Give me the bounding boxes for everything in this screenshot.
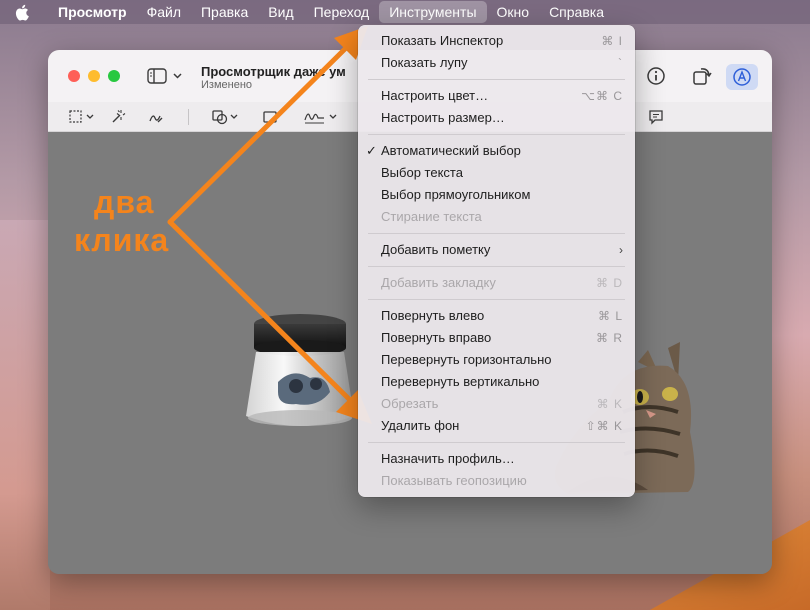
preview-app-image — [246, 314, 354, 426]
menu-item-shortcut: ⌘ R — [596, 331, 623, 345]
menu-item-label: Показать Инспектор — [381, 33, 504, 48]
menu-item-shortcut: ⌘ L — [597, 309, 623, 323]
menu-view[interactable]: Вид — [258, 1, 303, 23]
menu-separator — [368, 79, 625, 80]
menu-item-text-selection[interactable]: Выбор текста — [358, 162, 635, 184]
rect-selection-icon — [69, 110, 94, 123]
document-title: Просмотрщик даже ум — [201, 64, 346, 79]
menu-item-label: Настроить размер… — [381, 110, 505, 125]
minimize-button[interactable] — [88, 70, 100, 82]
menu-tools[interactable]: Инструменты — [379, 1, 487, 23]
toolbar-divider — [188, 109, 189, 125]
menu-item-flip-horizontal[interactable]: Перевернуть горизонтально — [358, 349, 635, 371]
menu-item-shortcut: ⌘ D — [596, 276, 623, 290]
menu-item-label: Показывать геопозицию — [381, 473, 527, 488]
menu-item-shortcut: ⌘ I — [601, 34, 623, 48]
menu-item-shortcut: ⇧⌘ K — [585, 419, 623, 433]
annotation-line-1: два — [94, 184, 155, 220]
menu-item-label: Назначить профиль… — [381, 451, 515, 466]
menu-item-show-inspector[interactable]: Показать Инспектор ⌘ I — [358, 30, 635, 52]
menu-bar: Просмотр Файл Правка Вид Переход Инструм… — [0, 0, 810, 24]
menu-item-rect-selection[interactable]: Выбор прямоугольником — [358, 184, 635, 206]
close-button[interactable] — [68, 70, 80, 82]
desktop-wallpaper — [0, 220, 50, 610]
menu-separator — [368, 299, 625, 300]
menu-item-rotate-left[interactable]: Повернуть влево ⌘ L — [358, 305, 635, 327]
menu-item-flip-vertical[interactable]: Перевернуть вертикально — [358, 371, 635, 393]
menu-item-shortcut: ` — [618, 56, 623, 70]
menu-help[interactable]: Справка — [539, 1, 614, 23]
checkmark-icon: ✓ — [366, 143, 377, 158]
apple-icon[interactable] — [14, 4, 38, 21]
menu-item-shortcut: ⌥⌘ C — [581, 89, 623, 103]
info-button[interactable] — [646, 66, 666, 86]
menu-item-add-bookmark: Добавить закладку ⌘ D — [358, 272, 635, 294]
menu-item-crop: Обрезать ⌘ K — [358, 393, 635, 415]
sketch-icon — [149, 115, 163, 123]
menu-item-label: Повернуть влево — [381, 308, 485, 323]
signature-icon — [304, 113, 337, 124]
sketch-button[interactable] — [146, 107, 166, 127]
sidebar-toggle-icon — [147, 68, 182, 84]
sidebar-toggle-button[interactable] — [146, 66, 186, 86]
menu-item-adjust-size[interactable]: Настроить размер… — [358, 107, 635, 129]
menu-item-label: Добавить закладку — [381, 275, 496, 290]
rotate-icon — [693, 68, 712, 85]
text-box-button[interactable] — [260, 107, 280, 127]
menu-file[interactable]: Файл — [137, 1, 191, 23]
menu-item-label: Обрезать — [381, 396, 439, 411]
menu-item-label: Стирание текста — [381, 209, 482, 224]
signature-button[interactable] — [302, 107, 342, 127]
menu-item-label: Перевернуть вертикально — [381, 374, 540, 389]
text-box-icon — [263, 111, 277, 123]
menu-separator — [368, 442, 625, 443]
menu-item-remove-background[interactable]: Удалить фон ⇧⌘ K — [358, 415, 635, 437]
menu-item-label: Повернуть вправо — [381, 330, 492, 345]
menu-item-shortcut: ⌘ K — [596, 397, 623, 411]
menu-edit[interactable]: Правка — [191, 1, 258, 23]
menu-item-show-location: Показывать геопозицию — [358, 470, 635, 492]
menu-app-name[interactable]: Просмотр — [48, 1, 137, 23]
menu-separator — [368, 233, 625, 234]
zoom-button[interactable] — [108, 70, 120, 82]
menu-item-assign-profile[interactable]: Назначить профиль… — [358, 448, 635, 470]
menu-item-label: Настроить цвет… — [381, 88, 489, 103]
menu-item-label: Показать лупу — [381, 55, 468, 70]
menu-item-label: Выбор текста — [381, 165, 463, 180]
menu-item-adjust-color[interactable]: Настроить цвет… ⌥⌘ C — [358, 85, 635, 107]
menu-item-add-annotation[interactable]: Добавить пометку › — [358, 239, 635, 261]
selection-tool-button[interactable] — [68, 108, 98, 126]
menu-item-auto-selection[interactable]: ✓ Автоматический выбор — [358, 140, 635, 162]
markup-button[interactable] — [726, 64, 758, 90]
menu-item-label: Добавить пометку — [381, 242, 491, 257]
menu-go[interactable]: Переход — [304, 1, 380, 23]
menu-separator — [368, 266, 625, 267]
annotation-line-2: клика — [74, 222, 170, 258]
menu-item-erase-text: Стирание текста — [358, 206, 635, 228]
rotate-button[interactable] — [691, 65, 713, 87]
shapes-button[interactable] — [210, 107, 242, 127]
menu-separator — [368, 134, 625, 135]
shapes-icon — [212, 110, 238, 125]
instant-alpha-button[interactable] — [108, 107, 128, 127]
info-icon — [647, 67, 665, 85]
markup-icon — [733, 68, 751, 86]
magic-wand-icon — [112, 110, 126, 123]
note-button[interactable] — [646, 107, 666, 127]
tools-menu: Показать Инспектор ⌘ I Показать лупу ` Н… — [358, 25, 635, 497]
menu-item-show-magnifier[interactable]: Показать лупу ` — [358, 52, 635, 74]
menu-item-rotate-right[interactable]: Повернуть вправо ⌘ R — [358, 327, 635, 349]
menu-window[interactable]: Окно — [487, 1, 540, 23]
document-status: Изменено — [201, 79, 253, 91]
note-icon — [649, 110, 663, 125]
menu-item-label: Автоматический выбор — [381, 143, 521, 158]
menu-item-label: Перевернуть горизонтально — [381, 352, 552, 367]
menu-item-label: Удалить фон — [381, 418, 460, 433]
menu-item-label: Выбор прямоугольником — [381, 187, 531, 202]
chevron-right-icon: › — [619, 243, 623, 257]
